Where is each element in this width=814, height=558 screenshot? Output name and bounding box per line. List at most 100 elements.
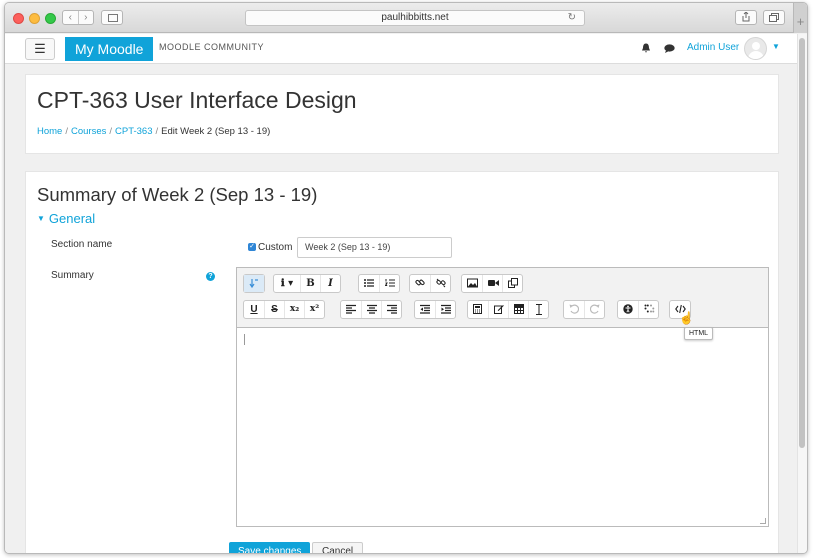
clear-formatting-button[interactable] [528,301,548,318]
cancel-button[interactable]: Cancel [312,542,364,553]
breadcrumb-courses[interactable]: Courses [71,126,106,137]
accessibility-icon [623,304,633,314]
atto-editor: ℹ ▾ B I U S x₂ x² ☝ HTML [236,267,769,527]
breadcrumb-separator: / [65,126,68,137]
outdent-button[interactable] [415,301,435,318]
history-nav: ‹ › [62,10,94,25]
zoom-window-button[interactable] [45,13,56,24]
forward-icon[interactable]: › [77,11,94,24]
align-left-button[interactable] [341,301,361,318]
scrollbar-thumb[interactable] [799,38,805,448]
address-bar[interactable]: paulhibbitts.net ↻ [245,10,585,26]
italic-button[interactable]: I [320,275,340,292]
custom-checkbox[interactable]: ✓ [248,243,256,251]
notifications-bell-icon[interactable] [641,43,651,53]
close-window-button[interactable] [13,13,24,24]
outdent-icon [420,304,430,314]
section-name-label: Section name [51,239,113,250]
table-button[interactable] [508,301,528,318]
strikethrough-button[interactable]: S [264,301,284,318]
general-fieldset-toggle[interactable]: ▼ General [37,211,95,226]
sidebar-toggle-button[interactable] [101,10,123,25]
share-icon [742,11,750,22]
breadcrumb-home[interactable]: Home [37,126,62,137]
share-button[interactable] [735,10,757,25]
text-cursor-icon [536,304,542,315]
accessibility-checker-button[interactable] [618,301,638,318]
moodle-community-link[interactable]: MOODLE COMMUNITY [159,42,264,52]
new-tab-button[interactable]: + [793,3,807,33]
general-legend-label: General [48,211,96,226]
bullet-list-icon [364,279,374,287]
toolbar-media-group [461,274,523,293]
table-icon [514,304,524,314]
manage-files-button[interactable] [502,275,522,292]
section-name-input[interactable]: Week 2 (Sep 13 - 19) [297,237,452,258]
toolbar-access-group [617,300,659,319]
avatar[interactable] [744,37,767,60]
unlink-button[interactable] [430,275,450,292]
braille-icon [644,304,655,313]
save-changes-button[interactable]: Save changes [229,542,311,553]
toolbar-insert-group [467,300,549,319]
toolbar-collapse-group [243,274,265,293]
breadcrumb-separator: / [155,126,159,137]
moodle-navbar: ☰ My Moodle MOODLE COMMUNITY Admin User … [5,34,799,64]
toolbar-align-group [340,300,402,319]
editor-content-area[interactable] [237,329,768,526]
minimize-window-button[interactable] [29,13,40,24]
tabs-icon [769,13,779,22]
align-right-button[interactable] [381,301,401,318]
indent-button[interactable] [435,301,455,318]
ordered-list-button[interactable] [379,275,399,292]
hand-cursor-icon: ☝ [679,311,694,325]
align-right-icon [387,304,397,314]
bold-button[interactable]: B [300,275,320,292]
breadcrumb-current: Edit Week 2 (Sep 13 - 19) [161,126,271,137]
edit-section-form: Summary of Week 2 (Sep 13 - 19) ▼ General… [25,171,779,553]
unordered-list-button[interactable] [359,275,379,292]
redo-button[interactable] [584,301,604,318]
toolbar-indent-group [414,300,456,319]
page-viewport: ☰ My Moodle MOODLE COMMUNITY Admin User … [5,34,799,553]
toolbar-format-group: U S x₂ x² [243,300,325,319]
numbered-list-icon [385,279,395,287]
page-title: CPT-363 User Interface Design [37,87,357,113]
page-scrollbar[interactable] [797,34,807,553]
screenreader-helper-button[interactable] [638,301,658,318]
align-center-icon [367,304,377,314]
underline-button[interactable]: U [244,301,264,318]
custom-checkbox-label[interactable]: Custom [258,242,292,253]
redo-icon [590,304,600,314]
subscript-button[interactable]: x₂ [284,301,304,318]
equation-editor-button[interactable] [468,301,488,318]
help-icon[interactable]: ? [206,272,215,281]
undo-button[interactable] [564,301,584,318]
insert-character-button[interactable] [488,301,508,318]
site-brand[interactable]: My Moodle [65,37,154,61]
user-menu-caret-icon[interactable]: ▼ [772,42,780,51]
align-center-button[interactable] [361,301,381,318]
toolbar-style-group: ℹ ▾ B I [273,274,341,293]
nav-drawer-button[interactable]: ☰ [25,38,55,60]
insert-media-button[interactable] [482,275,502,292]
link-button[interactable] [410,275,430,292]
user-menu-name[interactable]: Admin User [687,42,739,53]
unlink-icon [436,278,446,288]
breadcrumb-course[interactable]: CPT-363 [115,126,153,137]
reload-icon[interactable]: ↻ [568,11,576,25]
link-icon [415,279,425,286]
indent-icon [441,304,451,314]
show-more-buttons[interactable] [244,275,264,292]
back-icon[interactable]: ‹ [63,11,78,24]
superscript-button[interactable]: x² [304,301,324,318]
insert-image-button[interactable] [462,275,482,292]
breadcrumb: Home / Courses / CPT-363/Edit Week 2 (Sep 13… [37,126,270,137]
collapse-triangle-icon: ▼ [37,214,45,223]
messages-bubble-icon[interactable] [664,44,675,53]
resize-handle[interactable] [760,518,766,524]
browser-window: ‹ › paulhibbitts.net ↻ + ☰ My Moodle MOO… [4,2,808,554]
paragraph-styles-button[interactable]: ℹ ▾ [274,275,300,292]
calculator-icon [473,304,482,314]
show-tabs-button[interactable] [763,10,785,25]
